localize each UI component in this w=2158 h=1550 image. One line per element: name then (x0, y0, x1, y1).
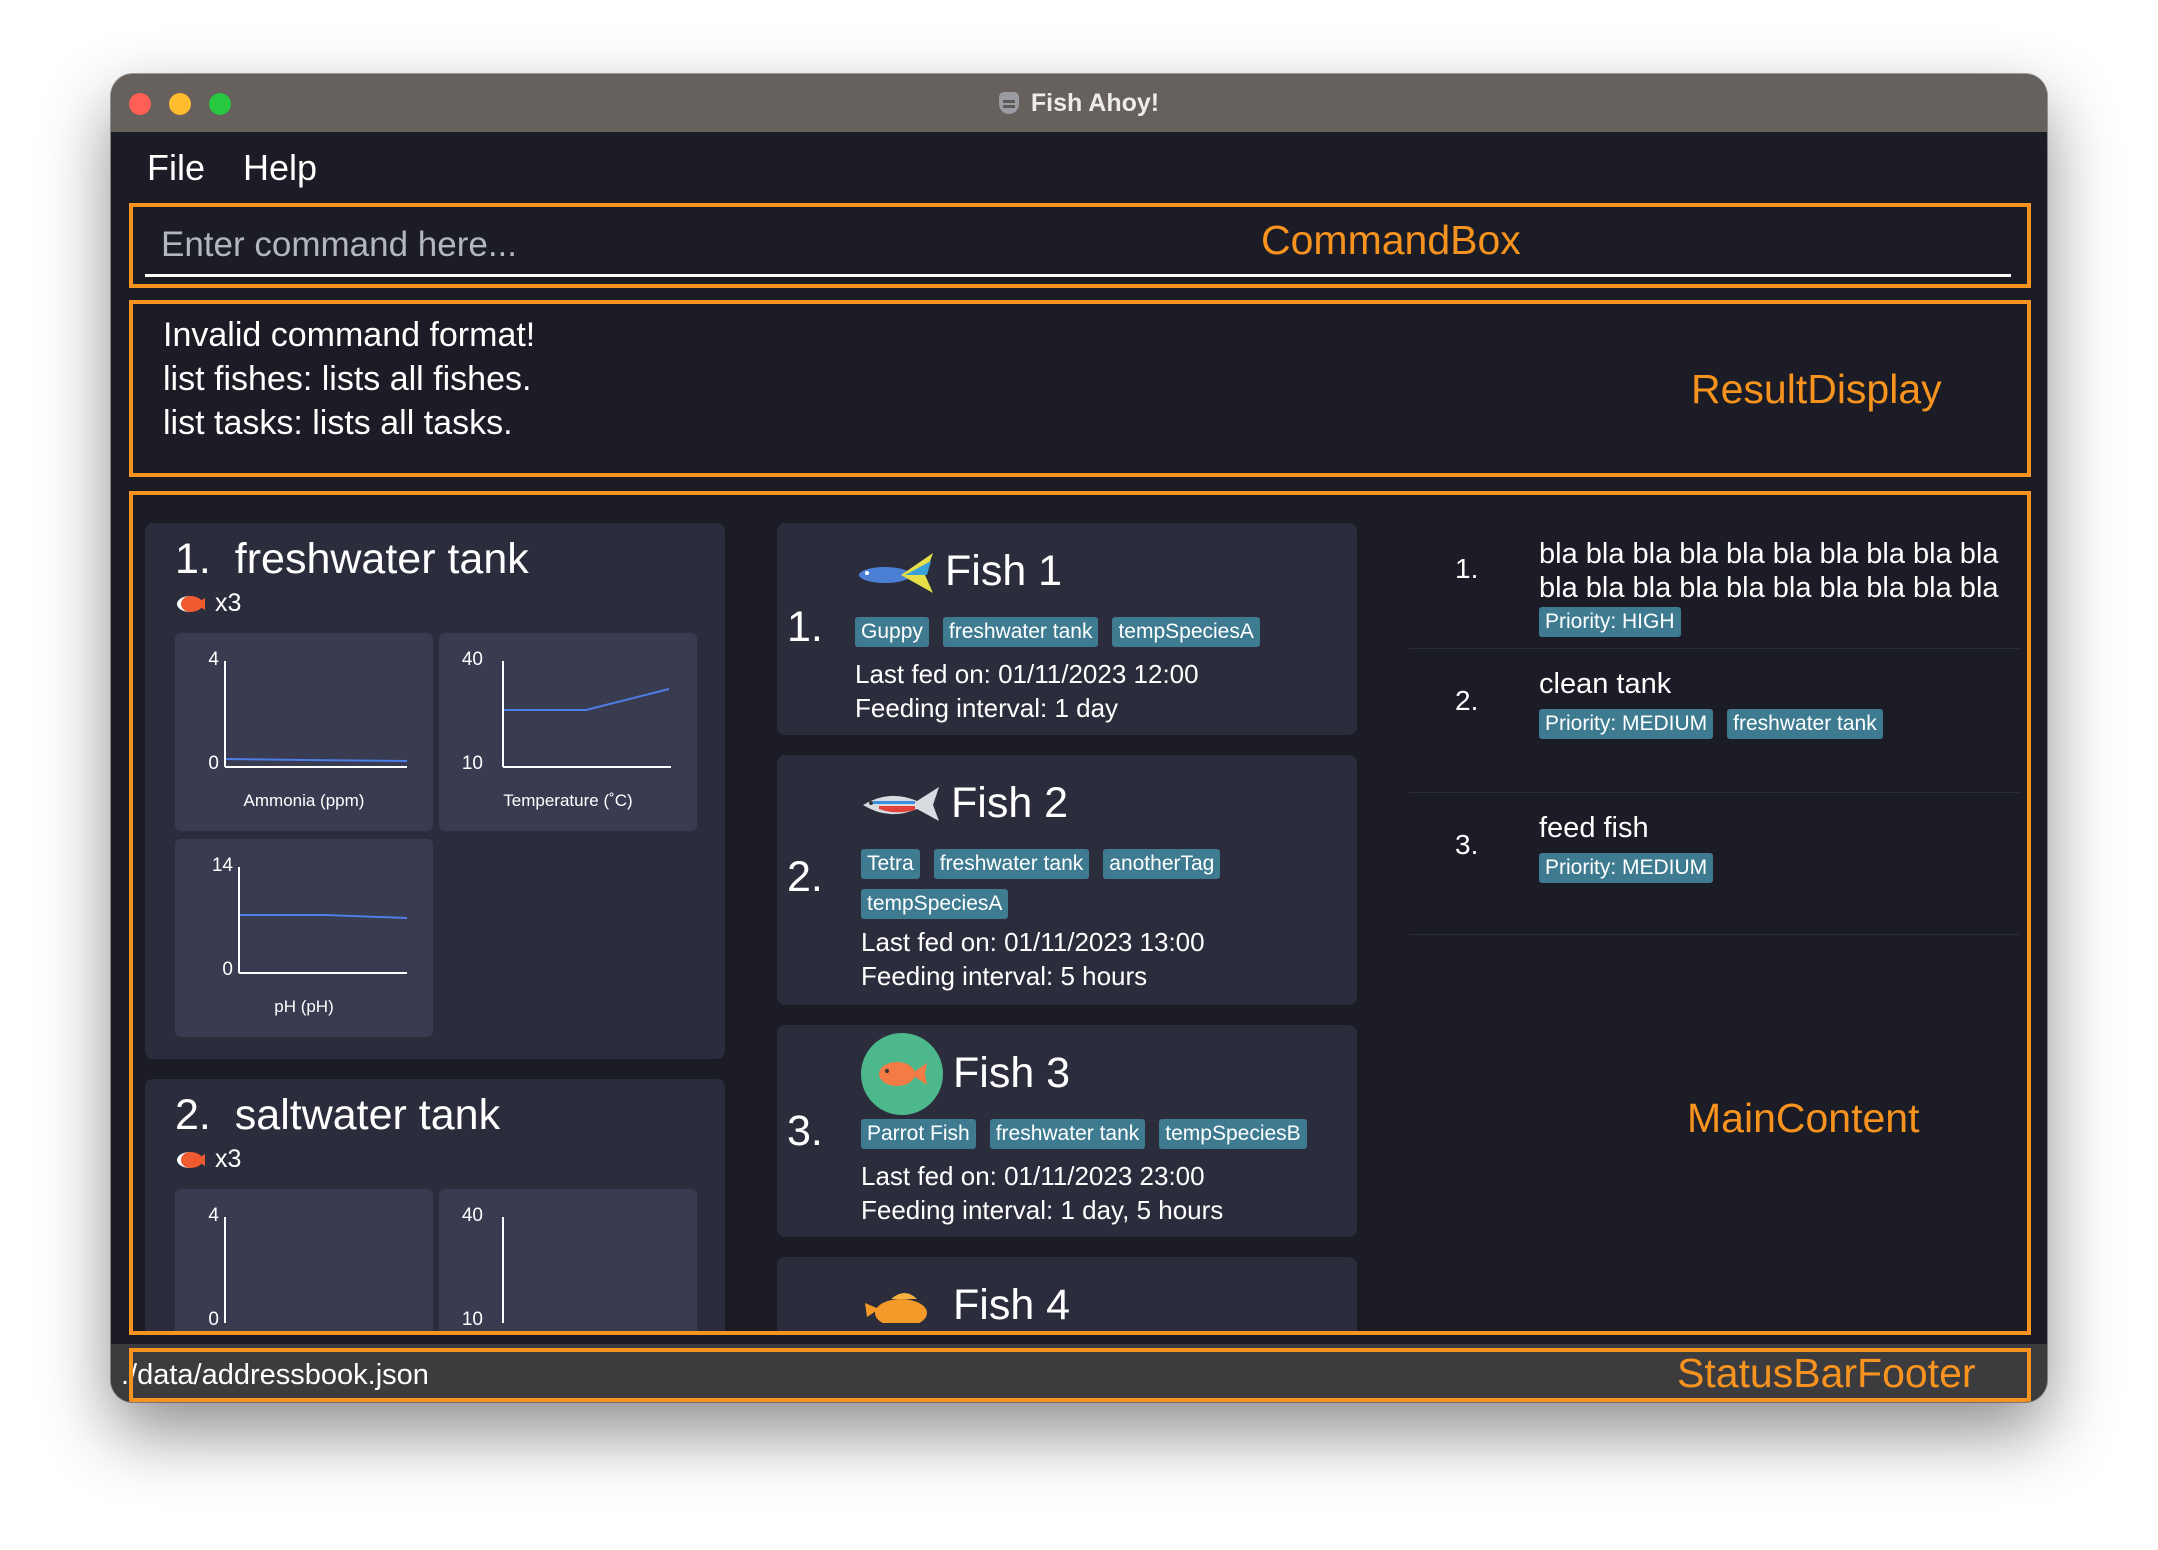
feeding-interval: Feeding interval: 5 hours (861, 961, 1148, 991)
task-tags: Priority: MEDIUM freshwater tank (1539, 709, 1883, 739)
fish-tags: Parrot Fish freshwater tank tempSpeciesB (861, 1119, 1341, 1149)
task-tags: Priority: HIGH (1539, 607, 1681, 637)
task-item[interactable]: 2. clean tank Priority: MEDIUM freshwate… (1409, 649, 2019, 793)
menu-bar: File Help (111, 132, 2047, 204)
task-description: bla bla bla bla bla bla bla bla bla bla … (1539, 538, 1999, 604)
tank-name: saltwater tank (234, 1091, 501, 1139)
app-window: Fish Ahoy! File Help CommandBox Invalid … (111, 74, 2047, 1402)
fish-count: x3 (177, 1145, 241, 1174)
fish-name: Fish 4 (953, 1281, 1071, 1329)
graph-label: Temperature (˚C) (503, 791, 633, 810)
clownfish-icon (177, 1150, 205, 1170)
feeding-interval: Feeding interval: 1 day, 5 hours (861, 1195, 1224, 1225)
parrot-fish-icon (861, 1033, 943, 1115)
priority-tag: Priority: MEDIUM (1539, 853, 1714, 883)
graph-label: pH (pH) (274, 997, 334, 1016)
last-fed: Last fed on: 01/11/2023 13:00 (861, 927, 1205, 957)
tag: Tetra (861, 849, 920, 879)
tag: freshwater tank (989, 1119, 1146, 1149)
menu-file[interactable]: File (147, 147, 205, 189)
minimize-window-button[interactable] (169, 93, 191, 115)
task-item[interactable]: 1. bla bla bla bla bla bla bla bla bla b… (1409, 523, 2019, 649)
status-bar-label: StatusBarFooter (1677, 1350, 1976, 1396)
command-box-label: CommandBox (1261, 217, 1521, 263)
fish-card[interactable]: 2. Fish 2 Tetra freshwater tank anotherT… (777, 755, 1357, 1005)
app-icon (998, 92, 1019, 114)
command-input[interactable] (145, 215, 2011, 277)
result-display-label: ResultDisplay (1691, 366, 1942, 412)
tetra-icon (863, 787, 939, 821)
fish-name: Fish 3 (953, 1049, 1071, 1097)
task-index: 2. (1455, 685, 1479, 716)
fish-count-value: x3 (215, 1145, 242, 1173)
ammonia-graph: 4 0 Ammonia (ppm) (175, 633, 433, 831)
last-fed: Last fed on: 01/11/2023 23:00 (861, 1161, 1205, 1191)
priority-tag: Priority: MEDIUM (1539, 709, 1714, 739)
tank-name: freshwater tank (234, 535, 529, 583)
close-window-button[interactable] (129, 93, 151, 115)
fish-card[interactable]: 1. Fish 1 Guppy freshwater tank tempSpec… (777, 523, 1357, 735)
result-line: Invalid command format! (163, 316, 536, 354)
fish-index: 2. (787, 853, 823, 901)
ammonia-plot (224, 1217, 226, 1323)
result-line: list tasks: lists all tasks. (163, 404, 513, 442)
temperature-plot (502, 1217, 504, 1323)
fish-tags: Tetra freshwater tank anotherTag tempSpe… (861, 849, 1321, 919)
status-bar-outline: StatusBarFooter (129, 1348, 2031, 1402)
temperature-graph: 40 10 (439, 1189, 697, 1331)
last-fed: Last fed on: 01/11/2023 12:00 (855, 659, 1199, 689)
tank-card[interactable]: 2. saltwater tank x3 4 0 40 10 (145, 1079, 725, 1331)
task-description: clean tank (1539, 668, 1672, 700)
ph-graph: 14 0 pH (pH) (175, 839, 433, 1037)
feeding-interval: Feeding interval: 1 day (855, 693, 1119, 723)
task-index: 1. (1455, 553, 1479, 584)
fish-index: 1. (787, 603, 823, 651)
menu-help[interactable]: Help (243, 147, 317, 189)
zoom-window-button[interactable] (209, 93, 231, 115)
result-line: list fishes: lists all fishes. (163, 360, 532, 398)
ammonia-graph: 4 0 (175, 1189, 433, 1331)
tank-index: 2. (175, 1091, 211, 1139)
tag: Parrot Fish (861, 1119, 976, 1149)
fish-tags: Guppy freshwater tank tempSpeciesA (855, 617, 1335, 647)
main-content-label: MainContent (1687, 1095, 1920, 1141)
command-box-outline: CommandBox (129, 203, 2031, 288)
graph-label: Ammonia (ppm) (243, 791, 365, 810)
task-item[interactable]: 3. feed fish Priority: MEDIUM (1409, 793, 2019, 935)
fish-index: 3. (787, 1107, 823, 1155)
task-description: feed fish (1539, 812, 1649, 844)
tank-index: 1. (175, 535, 211, 583)
tank-title: 1. freshwater tank (175, 535, 529, 584)
title-bar: Fish Ahoy! (111, 74, 2047, 132)
tank-title: 2. saltwater tank (175, 1091, 500, 1140)
guppy-icon (859, 553, 933, 593)
clownfish-icon (177, 594, 205, 614)
tag: freshwater tank (1727, 709, 1883, 739)
window-title: Fish Ahoy! (1030, 88, 1160, 117)
task-tags: Priority: MEDIUM (1539, 853, 1714, 883)
tag: anotherTag (1103, 849, 1221, 879)
priority-tag: Priority: HIGH (1539, 607, 1681, 637)
tag: Guppy (855, 617, 929, 647)
tag: tempSpeciesA (861, 889, 1009, 919)
fish-name: Fish 1 (945, 547, 1063, 595)
tank-card[interactable]: 1. freshwater tank x3 4 0 Ammonia (ppm) … (145, 523, 725, 1059)
temperature-graph: 40 10 Temperature (˚C) (439, 633, 697, 831)
result-display: Invalid command format! list fishes: lis… (129, 300, 2031, 477)
main-content[interactable]: 1. freshwater tank x3 4 0 Ammonia (ppm) … (129, 491, 2031, 1335)
fish-count-value: x3 (215, 589, 242, 617)
fish-card[interactable]: Fish 4 (777, 1257, 1357, 1331)
fish-card[interactable]: 3. Fish 3 Parrot Fish freshwater tank te… (777, 1025, 1357, 1237)
tag: freshwater tank (933, 849, 1090, 879)
goldfish-icon (865, 1293, 927, 1323)
task-index: 3. (1455, 829, 1479, 860)
fish-name: Fish 2 (951, 779, 1069, 827)
tag: tempSpeciesA (1112, 617, 1260, 647)
fish-count: x3 (177, 589, 241, 618)
tag: tempSpeciesB (1159, 1119, 1307, 1149)
tag: freshwater tank (942, 617, 1099, 647)
